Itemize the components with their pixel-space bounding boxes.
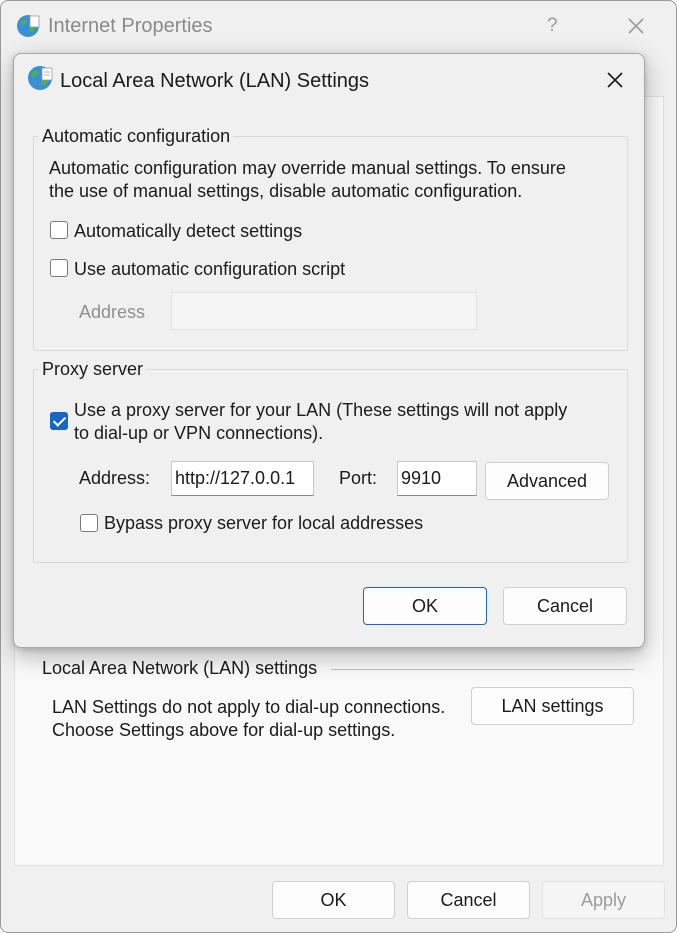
detect-settings-label[interactable]: Automatically detect settings xyxy=(74,220,302,243)
dialog-title: Local Area Network (LAN) Settings xyxy=(60,70,370,92)
proxy-address-input[interactable] xyxy=(171,461,314,496)
window-title: Internet Properties xyxy=(48,15,213,37)
cancel-button[interactable]: Cancel xyxy=(503,587,627,625)
use-proxy-label-line2[interactable]: to dial-up or VPN connections). xyxy=(74,422,323,445)
proxy-port-input[interactable] xyxy=(397,461,477,496)
ok-button[interactable]: OK xyxy=(272,881,395,919)
script-address-input[interactable] xyxy=(171,292,477,330)
auto-config-description-line2: the use of manual settings, disable auto… xyxy=(49,181,523,201)
script-address-label: Address xyxy=(79,302,146,322)
help-button[interactable]: ? xyxy=(547,15,558,37)
use-proxy-checkbox[interactable] xyxy=(50,412,68,430)
auto-config-description-line1: Automatic configuration may override man… xyxy=(49,158,566,178)
auto-config-script-checkbox[interactable] xyxy=(50,259,68,277)
auto-config-script-label[interactable]: Use automatic configuration script xyxy=(74,258,345,281)
lan-settings-dialog: Local Area Network (LAN) Settings Automa… xyxy=(13,53,645,648)
advanced-button[interactable]: Advanced xyxy=(485,462,609,500)
group-divider xyxy=(331,669,634,670)
ok-button[interactable]: OK xyxy=(363,587,487,625)
proxy-address-label: Address: xyxy=(79,468,151,488)
use-proxy-label-line1[interactable]: Use a proxy server for your LAN (These s… xyxy=(74,399,567,422)
detect-settings-checkbox[interactable] xyxy=(50,221,68,239)
lan-settings-button[interactable]: LAN settings xyxy=(471,687,634,725)
bypass-local-label[interactable]: Bypass proxy server for local addresses xyxy=(104,512,423,535)
proxy-port-label: Port: xyxy=(339,468,378,488)
proxy-server-label: Proxy server xyxy=(39,359,147,380)
globe-icon xyxy=(28,66,53,90)
bypass-local-checkbox[interactable] xyxy=(80,514,98,532)
cancel-button[interactable]: Cancel xyxy=(407,881,530,919)
globe-icon xyxy=(17,15,40,37)
close-icon[interactable] xyxy=(625,15,647,37)
lan-group-title: Local Area Network (LAN) settings xyxy=(42,658,322,679)
close-icon[interactable] xyxy=(604,69,626,91)
automatic-configuration-label: Automatic configuration xyxy=(39,126,234,147)
apply-button[interactable]: Apply xyxy=(542,881,665,919)
lan-description: LAN Settings do not apply to dial-up con… xyxy=(52,697,446,740)
